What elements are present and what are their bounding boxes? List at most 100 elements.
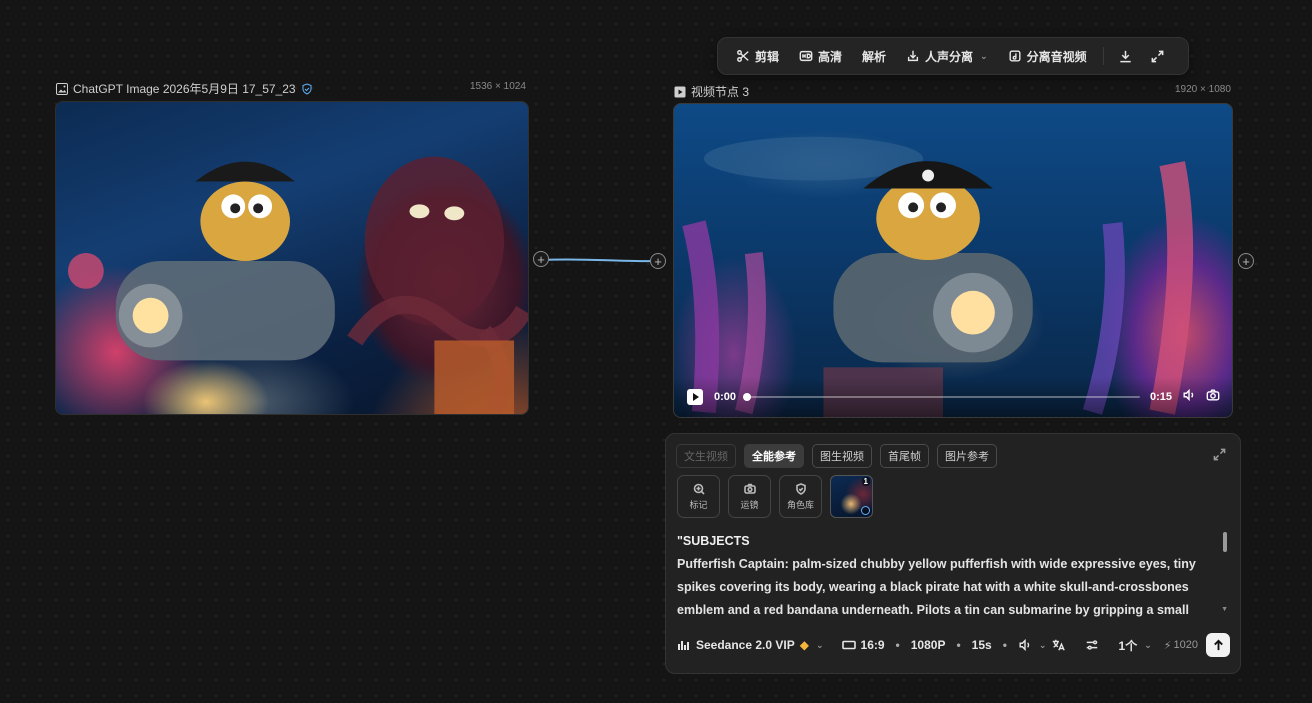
- image-node-output-handle[interactable]: +: [533, 251, 549, 267]
- image-node-preview[interactable]: [55, 101, 529, 415]
- duration-value: 15s: [971, 638, 992, 652]
- aspect-ratio-value: 16:9: [860, 638, 885, 652]
- model-bars-icon: [678, 641, 689, 650]
- cut-label: 剪辑: [755, 49, 780, 64]
- generation-panel: 文生视频 全能参考 图生视频 首尾帧 图片参考 标记 运镜 角色库 1 "SUB…: [665, 433, 1241, 674]
- expand-icon: [1213, 448, 1226, 461]
- video-node-title: 视频节点 3: [691, 85, 750, 99]
- play-icon[interactable]: [686, 388, 704, 406]
- verified-shield-icon: [302, 82, 312, 95]
- camera-icon: [743, 483, 756, 494]
- generation-settings-bar: Seedance 2.0 VIP ◆ ⌄ 16:9 • 1080P • 15s …: [677, 632, 1230, 658]
- snapshot-button[interactable]: [1206, 388, 1220, 407]
- tab-first-last-frame[interactable]: 首尾帧: [880, 444, 929, 468]
- reference-image-thumbnail[interactable]: 1: [830, 475, 873, 518]
- hd-button[interactable]: 高清: [791, 42, 850, 70]
- volume-icon: [1183, 388, 1194, 401]
- current-time: 0:00: [714, 391, 737, 403]
- video-node-dimensions: 1920 × 1080: [1175, 84, 1231, 95]
- tab-text-to-video[interactable]: 文生视频: [676, 444, 736, 468]
- separator-dot: •: [1002, 638, 1007, 652]
- plus-icon: +: [1242, 253, 1250, 269]
- plus-icon: +: [654, 253, 662, 269]
- video-node-header: 视频节点 3: [674, 83, 749, 100]
- separator-dot: •: [956, 638, 961, 652]
- expand-panel-button[interactable]: [1213, 448, 1226, 466]
- credit-cost: ⚡ 1020: [1164, 639, 1198, 652]
- progress-knob[interactable]: [743, 393, 752, 401]
- camera-move-tool-label: 运镜: [740, 499, 759, 510]
- download-button[interactable]: [1112, 42, 1140, 70]
- download-icon: [1120, 50, 1131, 62]
- translate-button[interactable]: [1051, 638, 1065, 652]
- volume-icon: [1019, 638, 1030, 652]
- chevron-down-icon: ⌄: [1144, 639, 1152, 650]
- count-value: 1个: [1118, 638, 1138, 653]
- marker-icon: [693, 483, 705, 495]
- tab-image-to-video[interactable]: 图生视频: [812, 444, 872, 468]
- plus-icon: +: [537, 251, 545, 267]
- tab-image-reference[interactable]: 图片参考: [937, 444, 997, 468]
- character-library-label: 角色库: [786, 499, 814, 510]
- scissors-icon: [737, 50, 749, 62]
- camera-icon: [1206, 388, 1220, 401]
- credit-value: 1020: [1173, 639, 1198, 651]
- video-node-input-handle[interactable]: +: [650, 253, 666, 269]
- format-selector[interactable]: 16:9 • 1080P • 15s • ⌄: [841, 638, 1047, 652]
- vocal-split-button[interactable]: 人声分离 ⌄: [898, 42, 996, 70]
- video-duration: 0:15: [1149, 391, 1172, 403]
- resolution-value: 1080P: [910, 638, 946, 652]
- aspect-ratio-icon: [841, 640, 856, 650]
- toolbar-divider: [1102, 47, 1104, 65]
- chevron-down-icon: ⌄: [980, 50, 988, 61]
- vocal-split-icon: [907, 50, 919, 62]
- character-library-button[interactable]: 角色库: [779, 475, 822, 518]
- video-toolbar: 剪辑 高清 解析 人声分离 ⌄ 分离音视频: [717, 37, 1189, 75]
- cut-button[interactable]: 剪辑: [728, 42, 787, 70]
- tab-omni-reference[interactable]: 全能参考: [744, 444, 804, 468]
- hd-label: 高清: [818, 49, 843, 64]
- prompt-scrollbar[interactable]: [1223, 532, 1227, 552]
- count-selector[interactable]: 1个 ⌄: [1119, 637, 1152, 654]
- model-name: Seedance 2.0 VIP: [696, 638, 795, 652]
- pufferfish-octopus-illustration: [67, 156, 528, 414]
- av-split-label: 分离音视频: [1026, 49, 1087, 64]
- av-split-button[interactable]: 分离音视频: [1000, 42, 1095, 70]
- settings-sliders-button[interactable]: [1085, 638, 1099, 652]
- scroll-down-icon[interactable]: ▼: [1221, 606, 1228, 613]
- chevron-down-icon: ⌄: [1038, 639, 1047, 650]
- parse-button[interactable]: 解析: [854, 42, 894, 70]
- generate-button[interactable]: [1206, 633, 1230, 657]
- chevron-down-icon: ⌄: [815, 639, 824, 650]
- parse-label: 解析: [862, 49, 887, 64]
- prompt-textarea[interactable]: "SUBJECTS Pufferfish Captain: palm-sized…: [677, 530, 1217, 618]
- image-node-title: ChatGPT Image 2026年5月9日 17_57_23: [73, 82, 296, 96]
- reference-tools: 标记 运镜 角色库 1: [677, 475, 873, 518]
- video-controls: 0:00 0:15: [674, 377, 1232, 417]
- translate-icon: [1052, 639, 1065, 651]
- video-node-output-handle[interactable]: +: [1238, 253, 1254, 269]
- verified-badge-icon: [861, 506, 870, 515]
- image-node-header: ChatGPT Image 2026年5月9日 17_57_23: [56, 80, 313, 97]
- video-progress-slider[interactable]: [743, 393, 1140, 401]
- video-icon: [674, 86, 686, 97]
- av-split-icon: [1009, 50, 1021, 62]
- shield-icon: [795, 482, 806, 495]
- video-node-preview[interactable]: 0:00 0:15: [673, 103, 1233, 418]
- camera-move-tool-button[interactable]: 运镜: [728, 475, 771, 518]
- lightning-icon: ⚡: [1163, 639, 1172, 652]
- prompt-body: Pufferfish Captain: palm-sized chubby ye…: [677, 557, 1196, 617]
- vip-gem-icon: ◆: [799, 638, 809, 652]
- mode-tabs: 文生视频 全能参考 图生视频 首尾帧 图片参考: [676, 444, 997, 468]
- model-selector[interactable]: Seedance 2.0 VIP ◆ ⌄: [677, 638, 824, 652]
- hd-icon: [799, 50, 813, 62]
- prompt-heading: "SUBJECTS: [677, 534, 750, 548]
- separator-dot: •: [895, 638, 900, 652]
- marker-tool-button[interactable]: 标记: [677, 475, 720, 518]
- pufferfish-submarine-video-frame: [682, 136, 1194, 417]
- marker-tool-label: 标记: [689, 499, 708, 510]
- vocal-split-label: 人声分离: [925, 49, 974, 64]
- reference-index-badge: 1: [861, 477, 870, 486]
- volume-button[interactable]: [1182, 388, 1196, 407]
- fullscreen-button[interactable]: [1144, 42, 1172, 70]
